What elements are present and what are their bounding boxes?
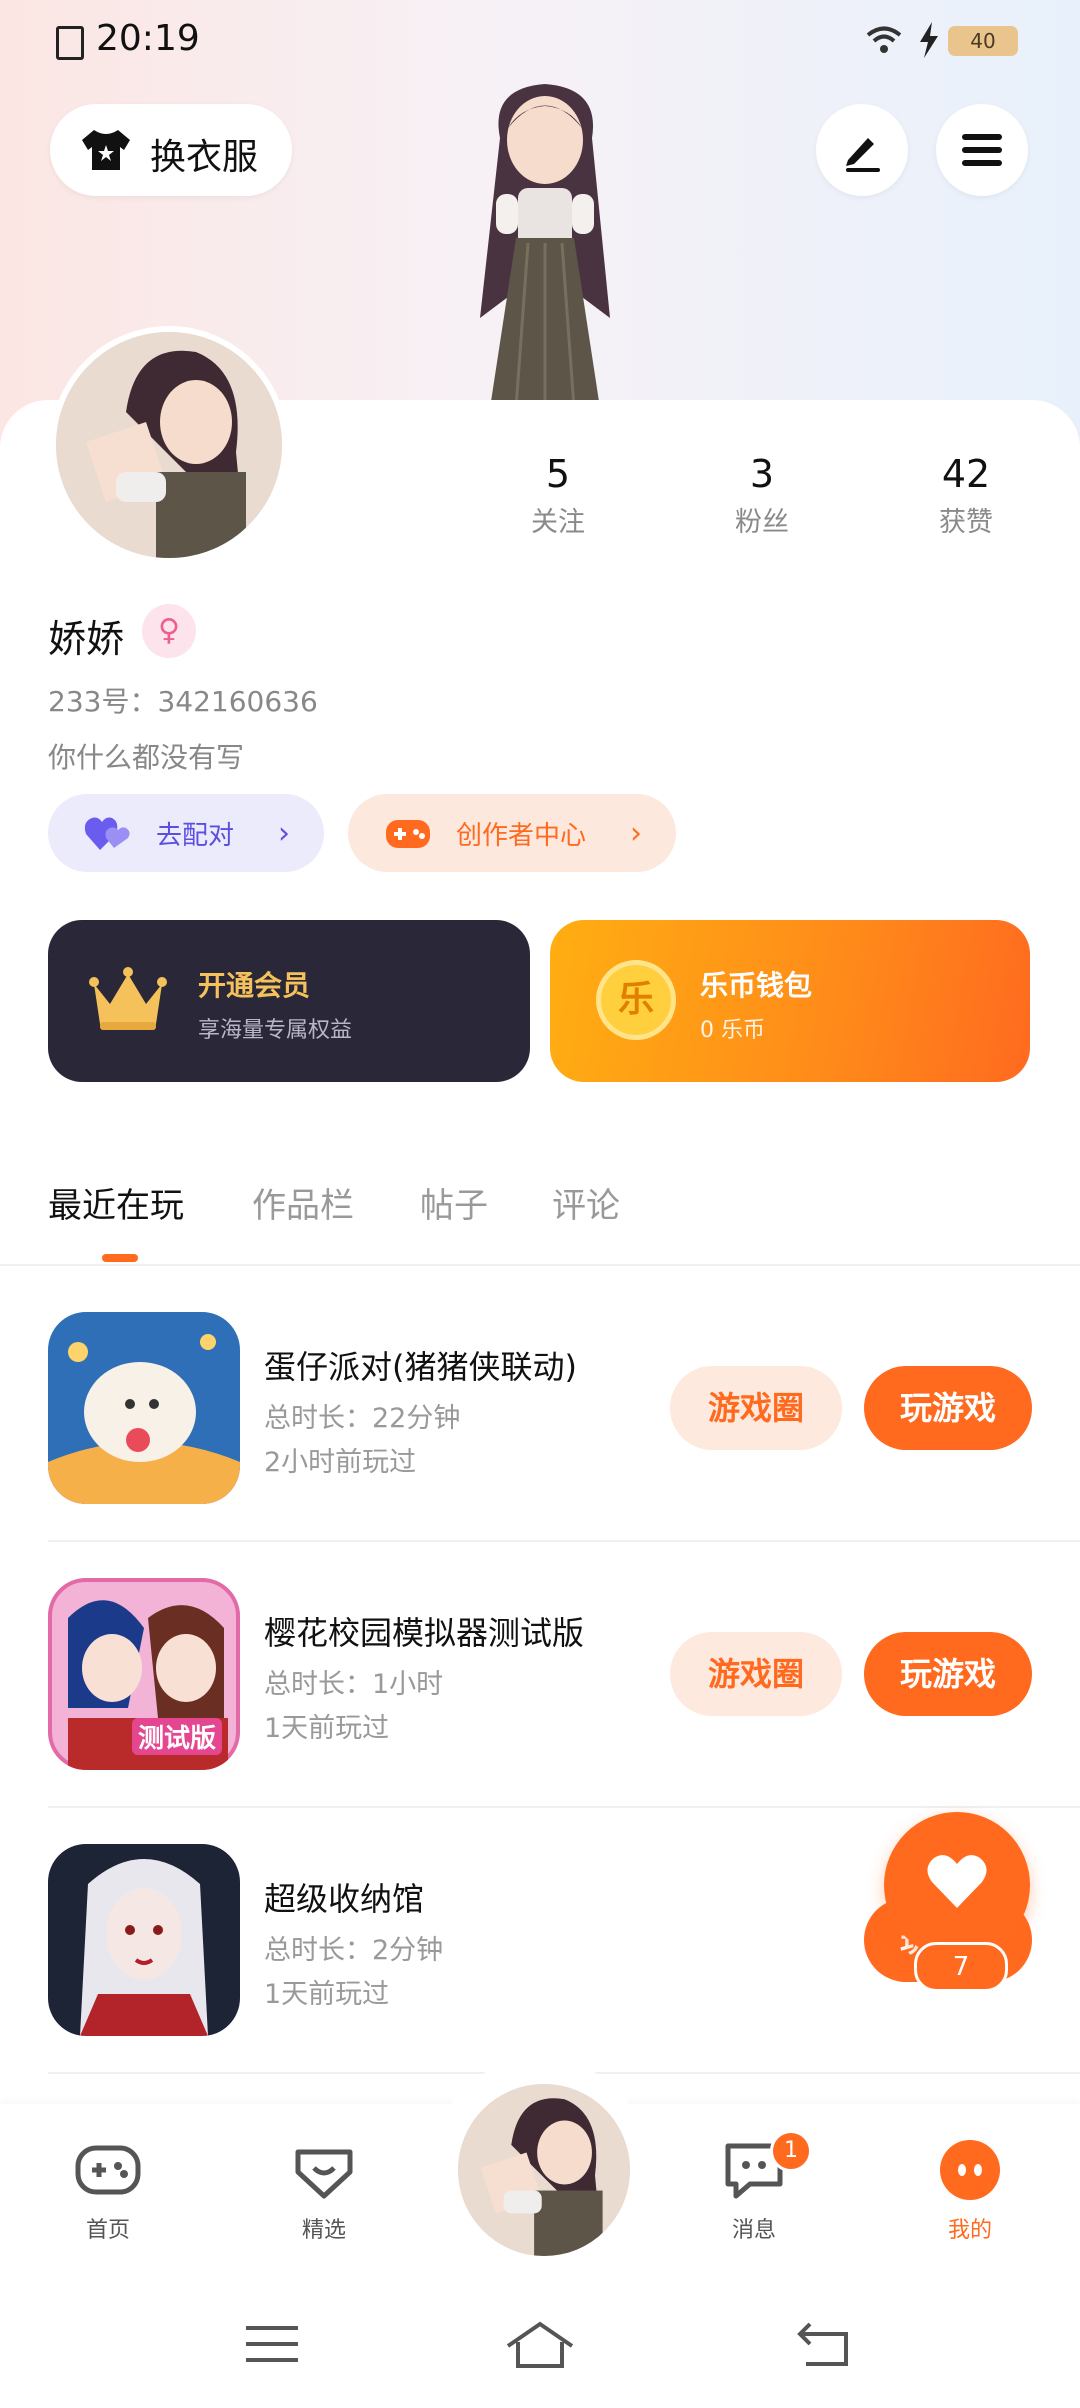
status-time: 20:19 [96,18,200,59]
stat-likes-label: 获赞 [939,507,993,538]
match-label: 去配对 [156,821,235,851]
system-navigation-bar [0,2284,1080,2408]
gamepad-plus-icon [386,820,430,848]
game-icon [48,1312,240,1504]
game-title: 樱花校园模拟器测试版 [264,1614,585,1652]
hearts-icon [84,817,130,850]
wallet-balance: 0 乐币 [700,1018,765,1043]
change-outfit-label: 换衣服 [150,137,259,178]
username: 娇娇 [48,617,125,661]
gamepad-icon [75,2145,141,2195]
sim-icon [56,26,84,60]
game-title: 蛋仔派对(猪猪侠联动) [264,1348,577,1386]
change-outfit-button[interactable]: 换衣服 [50,104,292,196]
game-last-played: 2小时前玩过 [264,1447,417,1478]
nav-featured[interactable]: 精选 [264,2138,384,2244]
vip-membership-card[interactable]: 开通会员 享海量专属权益 [48,920,530,1082]
game-duration: 总时长：2分钟 [264,1935,444,1966]
game-last-played: 1天前玩过 [264,1979,390,2010]
female-gender-icon: ♀ [142,604,196,658]
chevron-right-icon: › [278,816,290,851]
chevron-right-icon: › [630,816,642,851]
pen-icon [846,138,880,172]
edit-profile-button[interactable] [816,104,908,196]
stat-likes[interactable]: 42 获赞 [886,452,1046,539]
tab-active-indicator [102,1254,138,1262]
stat-followers[interactable]: 3 粉丝 [682,452,842,539]
game-title: 超级收纳馆 [264,1880,425,1918]
game-duration: 总时长：1小时 [264,1669,444,1700]
match-button[interactable]: 去配对 › [48,794,324,872]
battery-icon: 40 [948,26,1018,56]
avatar-character-figure [480,84,610,408]
me-face-icon [940,2140,1000,2200]
user-id: 233号：342160636 [48,685,318,718]
play-game-button[interactable]: 玩游戏 [864,1366,1032,1450]
profile-avatar[interactable] [50,326,288,564]
vip-title: 开通会员 [198,969,311,1002]
nav-me-label: 我的 [947,2218,992,2243]
back-icon[interactable] [796,2320,852,2368]
status-bar: 20:19 40 [0,18,1080,66]
creator-center-button[interactable]: 创作者中心 › [348,794,676,872]
nav-featured-label: 精选 [301,2218,346,2243]
stat-following[interactable]: 5 关注 [478,452,638,539]
game-last-played: 1天前玩过 [264,1713,390,1744]
heart-icon [927,1855,987,1908]
heart-box-icon [295,2149,353,2199]
tab-works[interactable]: 作品栏 [252,1178,354,1227]
menu-button[interactable] [936,104,1028,196]
message-count-badge: 1 [770,2130,812,2172]
profile-tabs: 最近在玩 作品栏 帖子 评论 [0,1170,1080,1260]
stat-following-label: 关注 [531,507,585,538]
game-circle-button[interactable]: 游戏圈 [670,1366,842,1450]
charging-icon [920,22,938,58]
tab-comments[interactable]: 评论 [552,1178,620,1227]
recent-apps-icon[interactable] [244,2320,300,2368]
game-circle-button[interactable]: 游戏圈 [670,1632,842,1716]
game-duration: 总时长：22分钟 [264,1403,461,1434]
wifi-icon [866,26,902,53]
stat-following-value: 5 [545,452,571,496]
game-icon [48,1844,240,2036]
row-divider [48,1806,1080,1808]
row-divider [48,1540,1080,1542]
coin-icon: 乐 [596,960,676,1040]
stat-likes-value: 42 [941,452,991,496]
stat-followers-value: 3 [749,452,775,496]
tab-divider [0,1264,1080,1266]
tab-posts[interactable]: 帖子 [420,1178,488,1227]
vip-subtitle: 享海量专属权益 [198,1018,353,1043]
wallet-card[interactable]: 乐 乐币钱包 0 乐币 [550,920,1030,1082]
user-bio: 你什么都没有写 [48,741,245,774]
fab-count-badge: 7 [914,1942,1008,1992]
home-icon[interactable] [504,2320,576,2370]
nav-me[interactable]: 我的 [910,2138,1030,2244]
test-version-badge: 测试版 [132,1718,223,1755]
play-game-button[interactable]: 玩游戏 [864,1632,1032,1716]
nav-home-label: 首页 [85,2218,130,2243]
nav-home[interactable]: 首页 [48,2138,168,2244]
avatar-image [458,2084,630,2256]
nav-avatar-button[interactable] [454,2080,634,2260]
creator-center-label: 创作者中心 [456,821,587,851]
list-item-game[interactable]: 蛋仔派对(猪猪侠联动) 总时长：22分钟 2小时前玩过 游戏圈 玩游戏 [0,1312,1080,1578]
crown-icon [89,967,167,1030]
menu-icon [962,134,1002,166]
avatar-image [56,332,282,558]
like-fab-button[interactable] [884,1812,1030,1958]
shirt-icon [82,130,130,170]
tab-recently-played[interactable]: 最近在玩 [48,1178,184,1227]
nav-messages-label: 消息 [731,2218,776,2243]
list-item-game[interactable]: 测试版 樱花校园模拟器测试版 总时长：1小时 1天前玩过 游戏圈 玩游戏 [0,1578,1080,1844]
wallet-title: 乐币钱包 [700,969,813,1002]
stat-followers-label: 粉丝 [735,507,789,538]
game-icon: 测试版 [48,1578,240,1770]
